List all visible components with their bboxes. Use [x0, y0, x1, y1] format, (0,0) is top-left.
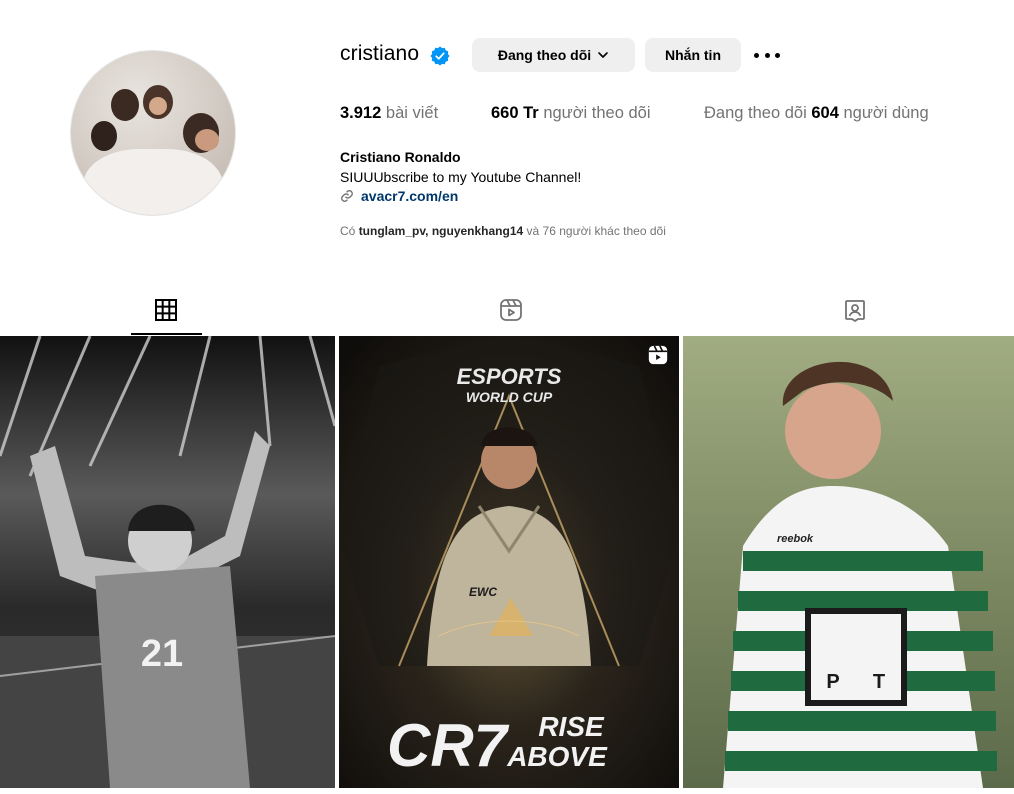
post-image: reebok P T	[683, 336, 1014, 788]
post-image: 21	[0, 336, 335, 788]
followed-by-suffix: và 76 người khác theo dõi	[526, 224, 666, 238]
jersey-number: 21	[141, 633, 183, 675]
post-tile[interactable]: reebok P T	[683, 336, 1014, 788]
avatar-face	[149, 97, 167, 115]
bio-link-text: avacr7.com/en	[361, 188, 459, 204]
username: cristiano	[340, 42, 420, 65]
message-button-label: Nhắn tin	[665, 47, 721, 63]
followers-stat[interactable]: 660 Tr người theo dõi	[491, 104, 651, 123]
reel-tagline: RISE	[538, 711, 605, 742]
following-label: người dùng	[843, 104, 929, 122]
link-icon	[341, 190, 353, 202]
followers-label: người theo dõi	[543, 104, 651, 122]
reel-big-text: CR7	[387, 712, 510, 779]
avatar-face	[195, 129, 219, 151]
reel-subheader: WORLD CUP	[466, 389, 553, 405]
avatar-person	[111, 89, 139, 121]
active-tab-indicator	[131, 333, 202, 335]
followed-by-prefix: Có	[340, 224, 356, 238]
reel-logo-text: EWC	[469, 585, 497, 599]
reel-tile[interactable]: ESPORTS WORLD CUP EWC CR7 RISE ABOVE	[339, 336, 679, 788]
following-button[interactable]: Đang theo dõi	[472, 38, 635, 72]
sponsor-letter: T	[873, 671, 885, 693]
reel-header: ESPORTS	[457, 364, 562, 389]
followers-count: 660 Tr	[491, 104, 539, 122]
following-stat[interactable]: Đang theo dõi 604 người dùng	[704, 104, 929, 123]
full-name: Cristiano Ronaldo	[340, 149, 461, 165]
grid-icon[interactable]	[154, 298, 178, 322]
posts-stat: 3.912 bài viết	[340, 104, 438, 123]
sponsor-letter: P	[826, 671, 839, 693]
bottom-divider	[0, 788, 1014, 794]
following-count: 604	[811, 104, 839, 122]
reel-tagline: ABOVE	[506, 741, 608, 772]
profile-page: cristiano Đang theo dõi Nhắn tin 3.912 b…	[0, 0, 1014, 794]
chevron-down-icon	[598, 52, 608, 58]
following-button-label: Đang theo dõi	[497, 47, 592, 63]
bio-link[interactable]: avacr7.com/en	[340, 188, 458, 204]
message-button[interactable]: Nhắn tin	[645, 38, 741, 72]
posts-label: bài viết	[385, 104, 439, 122]
jersey-brand-text: reebok	[777, 533, 814, 545]
posts-count: 3.912	[340, 104, 382, 122]
profile-avatar[interactable]	[70, 50, 236, 216]
followed-by-sep: ,	[425, 224, 429, 238]
dot	[754, 52, 759, 58]
reel-image: ESPORTS WORLD CUP EWC CR7 RISE ABOVE	[339, 336, 679, 788]
followed-by-user[interactable]: tunglam_pv	[359, 224, 425, 238]
following-prefix: Đang theo dõi	[704, 104, 807, 122]
bio-text: SIUUUbscribe to my Youtube Channel!	[340, 169, 582, 185]
avatar-person	[91, 121, 117, 151]
dot	[775, 52, 780, 58]
more-options-icon[interactable]	[754, 46, 780, 64]
dot	[764, 52, 770, 58]
reels-icon[interactable]	[499, 298, 523, 322]
followed-by-user[interactable]: nguyenkhang14	[432, 224, 523, 238]
avatar-blanket	[83, 149, 223, 215]
post-tile[interactable]: 21	[0, 336, 335, 788]
tagged-icon[interactable]	[843, 298, 867, 322]
followed-by[interactable]: Có tunglam_pv, nguyenkhang14 và 76 người…	[340, 224, 666, 238]
verified-badge-icon	[430, 46, 450, 66]
reel-badge-icon	[648, 345, 668, 365]
